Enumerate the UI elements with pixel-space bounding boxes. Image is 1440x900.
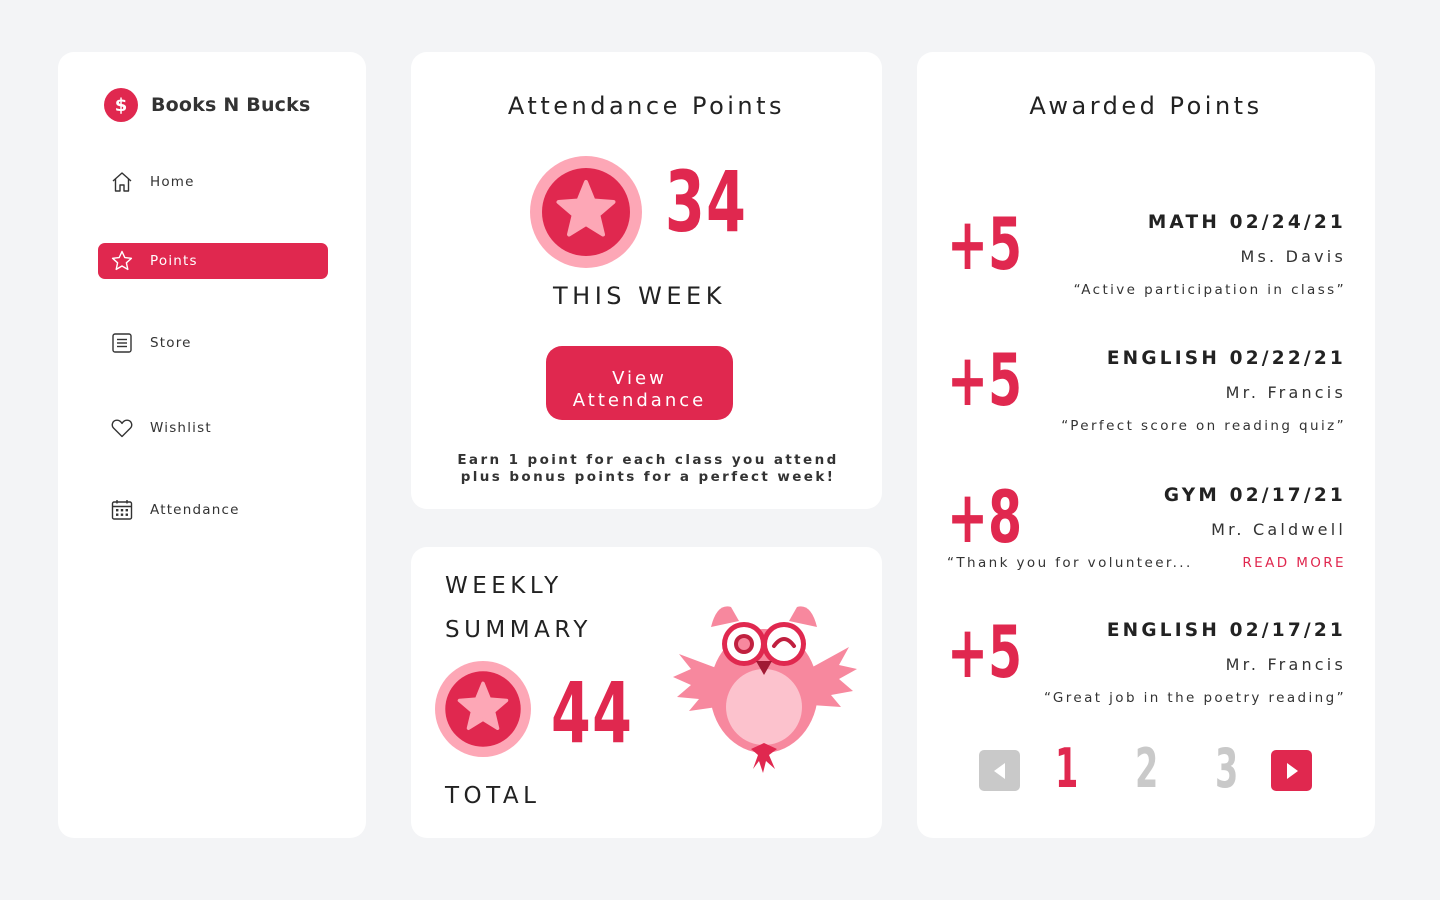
brand-name: Books N Bucks xyxy=(151,94,311,116)
star-icon xyxy=(110,249,134,273)
list-icon xyxy=(110,331,134,355)
award-comment: “Perfect score on reading quiz” xyxy=(1061,418,1346,434)
award-amount: +8 xyxy=(947,475,1023,559)
summary-title-line2: SUMMARY xyxy=(445,617,592,643)
award-comment: “Active participation in class” xyxy=(1073,282,1346,298)
award-item: +8 GYM 02/17/21 Mr. Caldwell “Thank you … xyxy=(917,481,1375,595)
awarded-points-title: Awarded Points xyxy=(1029,92,1263,120)
sidebar-item-label: Home xyxy=(150,174,195,190)
award-teacher: Mr. Caldwell xyxy=(1211,520,1346,539)
previous-page-button[interactable] xyxy=(979,750,1020,791)
attendance-note-line2: plus bonus points for a perfect week! xyxy=(460,469,836,485)
attendance-note-line1: Earn 1 point for each class you attend xyxy=(457,452,839,468)
dollar-coin-icon: $ xyxy=(104,88,138,122)
attendance-title: Attendance Points xyxy=(507,92,786,120)
sidebar: $ Books N Bucks Home Points Store Wishli… xyxy=(58,52,366,838)
view-attendance-label-line1: View xyxy=(612,367,667,389)
home-icon xyxy=(110,170,134,194)
award-item: +5 ENGLISH 02/22/21 Mr. Francis “Perfect… xyxy=(917,344,1375,458)
summary-total-label: TOTAL xyxy=(445,783,541,809)
calendar-icon xyxy=(110,498,134,522)
attendance-note: Earn 1 point for each class you attend p… xyxy=(451,452,845,486)
sidebar-item-label: Store xyxy=(150,335,192,351)
page-3-button[interactable]: 3 xyxy=(1215,742,1238,796)
sidebar-item-points[interactable]: Points xyxy=(98,243,328,279)
attendance-period-label: THIS WEEK xyxy=(553,282,726,310)
attendance-points-card: Attendance Points 34 THIS WEEK View Atte… xyxy=(411,52,882,509)
awarded-points-card: Awarded Points +5 MATH 02/24/21 Ms. Davi… xyxy=(917,52,1375,838)
star-badge-icon xyxy=(435,661,531,761)
sidebar-item-label: Attendance xyxy=(150,502,240,518)
view-attendance-button[interactable]: View Attendance xyxy=(546,346,733,420)
read-more-link[interactable]: READ MORE xyxy=(1242,555,1346,571)
view-attendance-label-line2: Attendance xyxy=(572,389,707,411)
page-1-button[interactable]: 1 xyxy=(1055,742,1078,796)
summary-title-line1: WEEKLY xyxy=(445,573,563,599)
award-amount: +5 xyxy=(947,338,1023,422)
award-subject-date: ENGLISH 02/17/21 xyxy=(1106,620,1346,641)
pagination: 1 2 3 xyxy=(917,742,1375,800)
award-teacher: Ms. Davis xyxy=(1240,247,1346,266)
heart-icon xyxy=(110,416,134,440)
owl-mascot-icon xyxy=(669,599,859,783)
award-subject-date: MATH 02/24/21 xyxy=(1147,212,1346,233)
award-comment: “Great job in the poetry reading” xyxy=(1043,690,1346,706)
award-item: +5 ENGLISH 02/17/21 Mr. Francis “Great j… xyxy=(917,616,1375,730)
sidebar-item-label: Wishlist xyxy=(150,420,212,436)
award-comment: “Thank you for volunteer... xyxy=(947,555,1193,571)
triangle-left-icon xyxy=(993,762,1005,779)
award-subject-date: ENGLISH 02/22/21 xyxy=(1106,348,1346,369)
award-teacher: Mr. Francis xyxy=(1225,655,1346,674)
award-teacher: Mr. Francis xyxy=(1225,383,1346,402)
award-subject-date: GYM 02/17/21 xyxy=(1163,485,1346,506)
award-amount: +5 xyxy=(947,202,1023,286)
award-amount: +5 xyxy=(947,610,1023,694)
next-page-button[interactable] xyxy=(1271,750,1312,791)
triangle-right-icon xyxy=(1286,762,1298,779)
summary-total-value: 44 xyxy=(551,664,634,762)
page-2-button[interactable]: 2 xyxy=(1135,742,1158,796)
sidebar-item-wishlist[interactable]: Wishlist xyxy=(98,410,328,446)
brand[interactable]: $ Books N Bucks xyxy=(104,88,310,122)
star-badge-icon xyxy=(530,156,642,272)
award-item: +5 MATH 02/24/21 Ms. Davis “Active parti… xyxy=(917,208,1375,322)
sidebar-item-label: Points xyxy=(150,253,198,269)
sidebar-item-home[interactable]: Home xyxy=(98,164,328,200)
weekly-summary-card: WEEKLY SUMMARY 44 TOTAL xyxy=(411,547,882,838)
sidebar-item-attendance[interactable]: Attendance xyxy=(98,492,328,528)
sidebar-item-store[interactable]: Store xyxy=(98,325,328,361)
attendance-points-value: 34 xyxy=(665,153,748,251)
